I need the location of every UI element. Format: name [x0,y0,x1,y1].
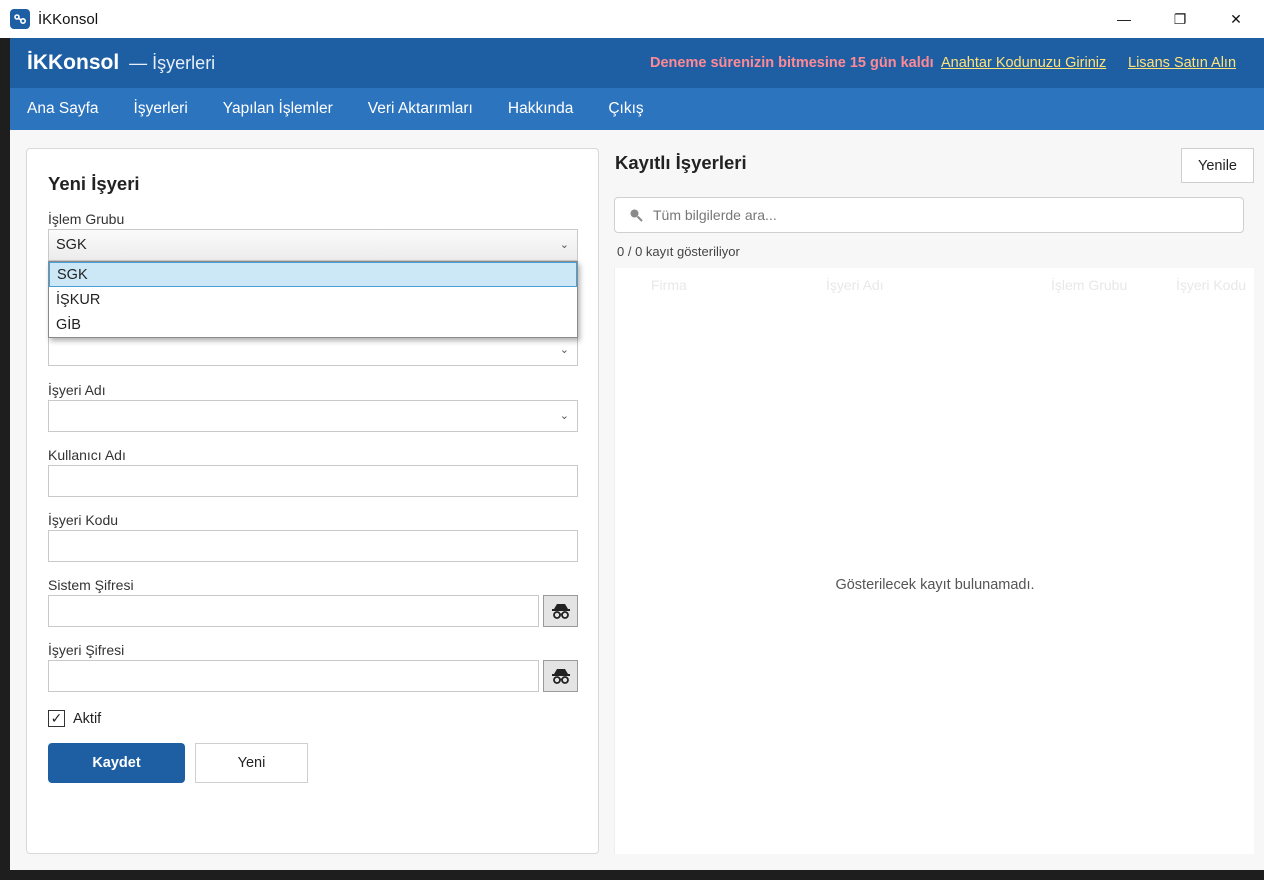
chevron-down-icon: ⌄ [559,344,569,356]
kullanici-adi-label: Kullanıcı Adı [48,447,126,463]
sistem-sifresi-input[interactable] [48,595,539,627]
nav-item-cikis[interactable]: Çıkış [608,100,643,118]
refresh-button[interactable]: Yenile [1181,148,1254,183]
trial-notice: Deneme sürenizin bitmesine 15 gün kaldı [650,55,934,71]
checkbox-box[interactable]: ✓ [48,710,65,727]
show-password-button[interactable] [543,660,578,692]
content-area: Yeni İşyeri İşlem Grubu SGK ⌄ SGK İŞKUR … [10,130,1264,870]
islem-grubu-value: SGK [56,237,87,253]
nav-item-yapilan-islemler[interactable]: Yapılan İşlemler [223,100,333,118]
empty-state-text: Gösterilecek kayıt bulunamadı. [835,577,1035,593]
isyeri-kodu-label: İşyeri Kodu [48,512,119,528]
sistem-sifresi-label: Sistem Şifresi [48,577,134,593]
chevron-down-icon: ⌄ [559,239,569,251]
record-count: 0 / 0 kayıt gösteriliyor [617,244,740,259]
enter-key-link[interactable]: Anahtar Kodunuzu Giriniz [941,55,1106,71]
column-header-islem-grubu[interactable]: İşlem Grubu [1051,277,1127,293]
show-password-button[interactable] [543,595,578,627]
islem-grubu-dropdown: SGK İŞKUR GİB [48,261,578,338]
app-logo-icon [10,9,30,29]
column-header-firma[interactable]: Firma [651,277,687,293]
new-button[interactable]: Yeni [195,743,308,783]
check-icon: ✓ [50,710,63,726]
aktif-checkbox[interactable]: ✓ Aktif [48,710,101,727]
workplaces-table: Firma İşyeri Adı İşlem Grubu İşyeri Kodu… [614,268,1254,854]
search-box[interactable] [614,197,1244,233]
isyeri-sifresi-input[interactable] [48,660,539,692]
section-title: — İşyerleri [129,52,216,73]
minimize-button[interactable]: — [1096,0,1152,38]
column-header-isyeri-kodu[interactable]: İşyeri Kodu [1176,277,1246,293]
search-icon [630,209,643,222]
aktif-label: Aktif [73,710,102,727]
isyeri-adi-select[interactable]: ⌄ [48,400,578,432]
nav-item-hakkinda[interactable]: Hakkında [508,100,573,118]
isyeri-sifresi-label: İşyeri Şifresi [48,642,125,658]
kullanici-adi-input[interactable] [48,465,578,497]
chevron-down-icon: ⌄ [559,410,569,422]
spy-glasses-icon [551,604,570,619]
new-workplace-form: Yeni İşyeri İşlem Grubu SGK ⌄ SGK İŞKUR … [26,148,599,854]
spy-glasses-icon [551,669,570,684]
close-button[interactable]: ✕ [1208,0,1264,38]
app-window: İKKonsol — İşyerleri Deneme sürenizin bi… [10,38,1264,870]
islem-grubu-select[interactable]: SGK ⌄ [48,229,578,261]
app-header: İKKonsol — İşyerleri Deneme sürenizin bi… [10,38,1264,88]
window-title: İKKonsol [38,10,99,28]
brand-name: İKKonsol [27,51,120,74]
registered-workplaces-title: Kayıtlı İşyerleri [615,152,747,173]
buy-license-link[interactable]: Lisans Satın Alın [1128,55,1236,71]
column-header-isyeri-adi[interactable]: İşyeri Adı [826,277,884,293]
nav-item-ana-sayfa[interactable]: Ana Sayfa [27,100,99,118]
form-title: Yeni İşyeri [48,173,140,194]
main-nav: Ana Sayfa İşyerleri Yapılan İşlemler Ver… [10,88,1264,130]
title-bar: İKKonsol — ❐ ✕ [0,0,1264,38]
restore-button[interactable]: ❐ [1152,0,1208,38]
isyeri-kodu-input[interactable] [48,530,578,562]
nav-item-veri-aktarimlari[interactable]: Veri Aktarımları [368,100,473,118]
save-button[interactable]: Kaydet [48,743,185,783]
dropdown-option-sgk[interactable]: SGK [49,262,577,287]
dropdown-option-iskur[interactable]: İŞKUR [49,287,577,312]
nav-item-isyerleri[interactable]: İşyerleri [134,100,188,118]
dropdown-option-gib[interactable]: GİB [49,312,577,337]
firma-select[interactable]: ⌄ [48,334,578,366]
islem-grubu-label: İşlem Grubu [48,211,125,227]
search-input[interactable] [653,207,1213,223]
isyeri-adi-label: İşyeri Adı [48,382,106,398]
